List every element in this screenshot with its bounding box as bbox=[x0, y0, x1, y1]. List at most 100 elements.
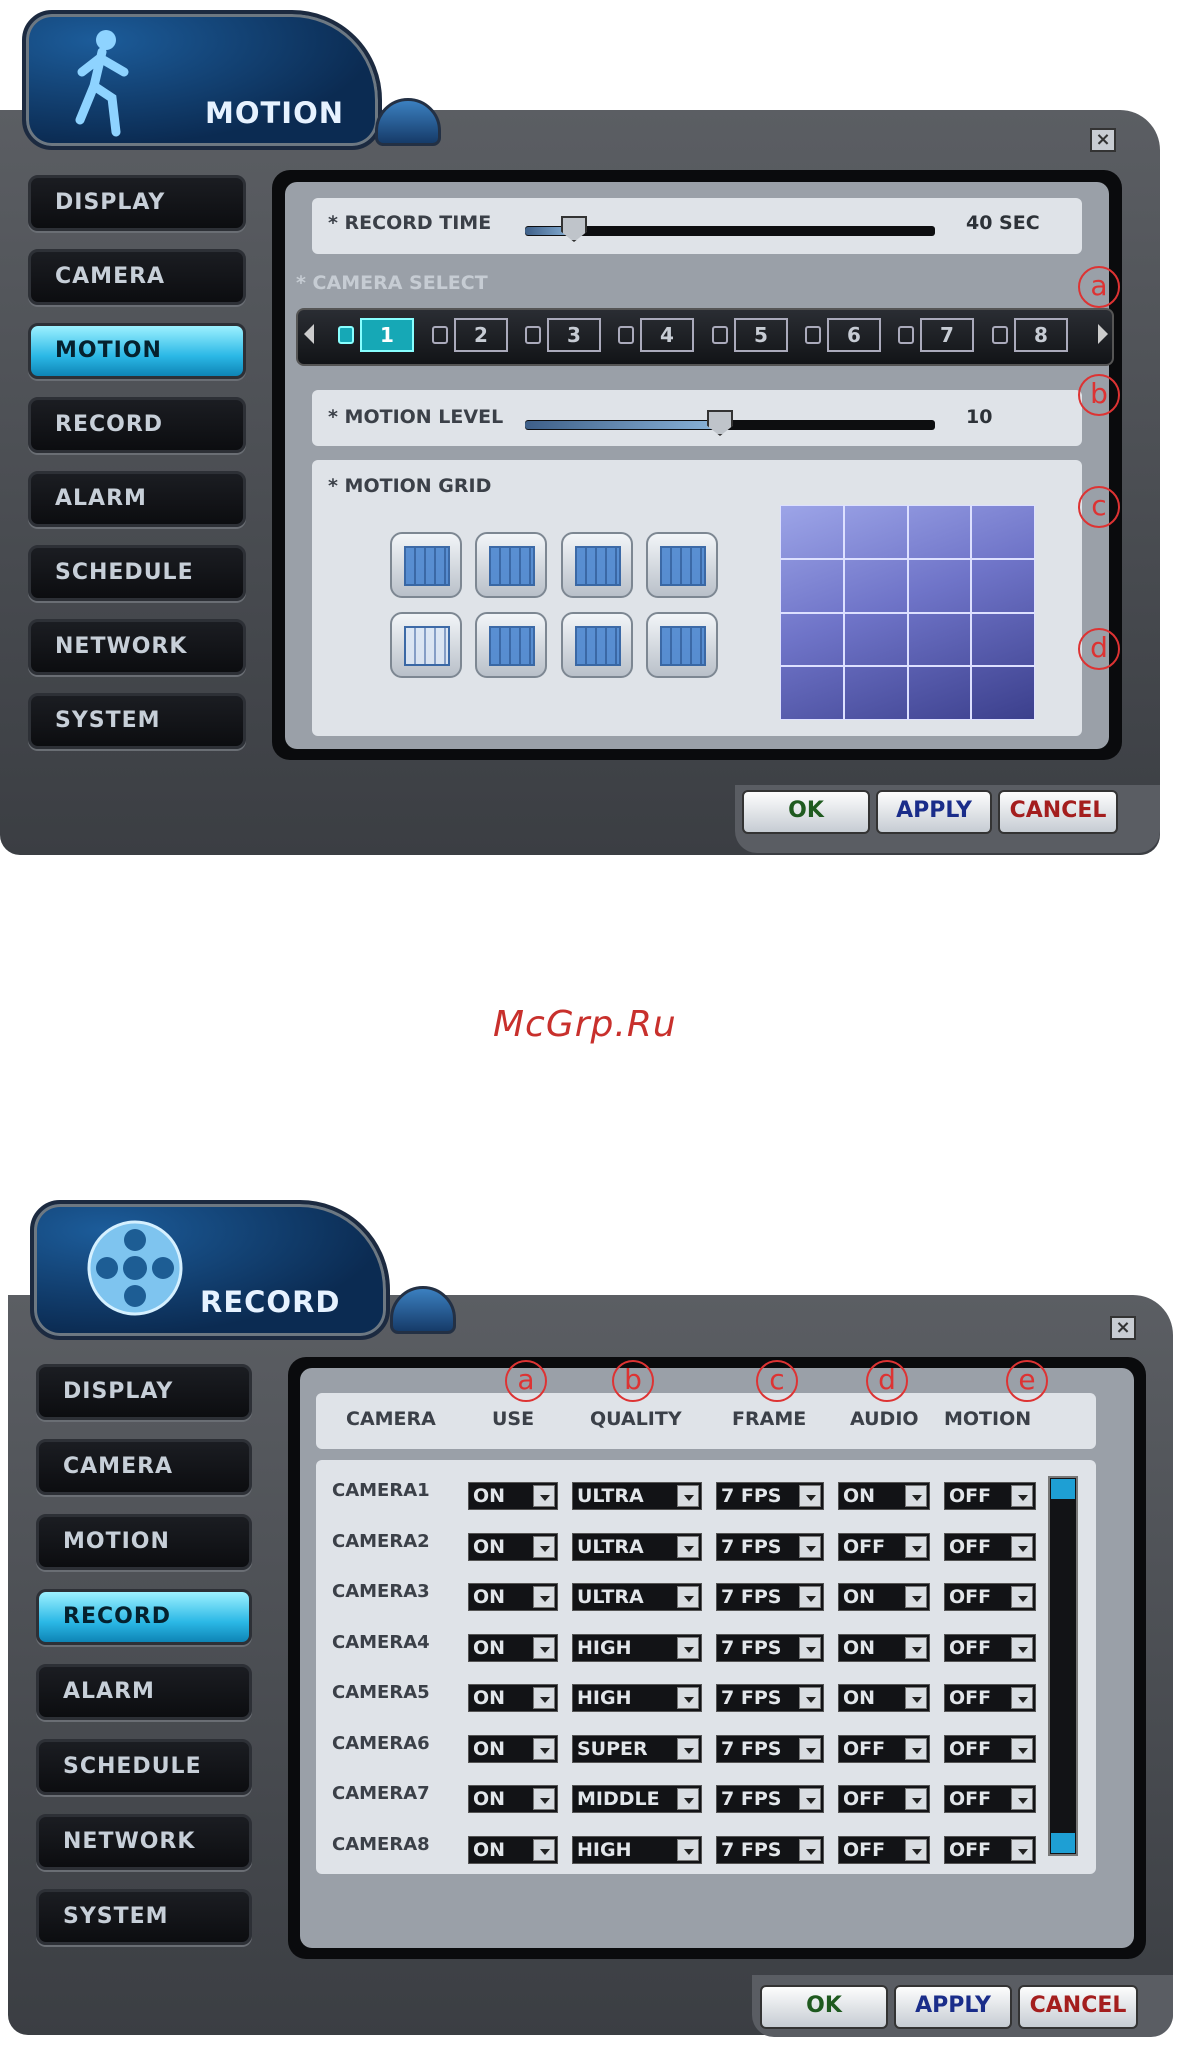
motion-grid-cell[interactable] bbox=[780, 666, 844, 720]
grid-pattern-7[interactable] bbox=[561, 612, 633, 678]
grid-pattern-6[interactable] bbox=[475, 612, 547, 678]
chevron-down-icon[interactable] bbox=[799, 1687, 821, 1709]
strip-right-arrow[interactable] bbox=[1098, 324, 1108, 344]
record-cancel-button[interactable]: CANCEL bbox=[1018, 1985, 1138, 2029]
motion-grid-cell[interactable] bbox=[971, 558, 1035, 613]
chevron-down-icon[interactable] bbox=[799, 1788, 821, 1810]
nav-motion[interactable]: MOTION bbox=[28, 323, 246, 379]
chevron-down-icon[interactable] bbox=[799, 1535, 821, 1558]
quality-dropdown[interactable]: SUPER bbox=[572, 1734, 702, 1763]
motion-grid-cell[interactable] bbox=[843, 612, 908, 667]
quality-dropdown[interactable]: ULTRA bbox=[572, 1482, 702, 1510]
chevron-down-icon[interactable] bbox=[799, 1636, 821, 1659]
motion-grid-cell[interactable] bbox=[971, 505, 1035, 559]
motion-ok-button[interactable]: OK bbox=[742, 790, 870, 834]
motion-dropdown[interactable]: OFF bbox=[944, 1532, 1036, 1561]
chevron-down-icon[interactable] bbox=[905, 1535, 927, 1558]
quality-dropdown[interactable]: HIGH bbox=[572, 1633, 702, 1662]
frame-dropdown[interactable]: 7 FPS bbox=[716, 1633, 824, 1662]
motion-dropdown[interactable]: OFF bbox=[944, 1785, 1036, 1813]
grid-pattern-4[interactable] bbox=[646, 532, 718, 598]
motion-dropdown[interactable]: OFF bbox=[944, 1482, 1036, 1510]
chevron-down-icon[interactable] bbox=[677, 1737, 699, 1760]
chevron-down-icon[interactable] bbox=[533, 1687, 555, 1709]
chevron-down-icon[interactable] bbox=[905, 1485, 927, 1507]
chevron-down-icon[interactable] bbox=[799, 1586, 821, 1608]
chevron-down-icon[interactable] bbox=[533, 1535, 555, 1558]
chevron-down-icon[interactable] bbox=[677, 1586, 699, 1608]
grid-pattern-8[interactable] bbox=[646, 612, 718, 678]
motion-grid-cell[interactable] bbox=[971, 666, 1035, 720]
camera-select-5[interactable]: 5 bbox=[712, 318, 792, 352]
nav-schedule[interactable]: SCHEDULE bbox=[36, 1739, 252, 1795]
chevron-down-icon[interactable] bbox=[533, 1737, 555, 1760]
use-dropdown[interactable]: ON bbox=[468, 1734, 558, 1763]
use-dropdown[interactable]: ON bbox=[468, 1482, 558, 1510]
record-close-button[interactable]: × bbox=[1110, 1316, 1136, 1340]
audio-dropdown[interactable]: ON bbox=[838, 1482, 930, 1510]
motion-grid-cell[interactable] bbox=[843, 505, 908, 559]
motion-grid-cell[interactable] bbox=[843, 558, 908, 613]
quality-dropdown[interactable]: ULTRA bbox=[572, 1532, 702, 1561]
nav-record[interactable]: RECORD bbox=[28, 397, 246, 453]
nav-system[interactable]: SYSTEM bbox=[36, 1889, 252, 1945]
chevron-down-icon[interactable] bbox=[533, 1838, 555, 1861]
camera-select-8[interactable]: 8 bbox=[992, 318, 1072, 352]
chevron-down-icon[interactable] bbox=[677, 1485, 699, 1507]
record-ok-button[interactable]: OK bbox=[760, 1985, 888, 2029]
motion-grid-cell[interactable] bbox=[780, 505, 844, 559]
audio-dropdown[interactable]: ON bbox=[838, 1684, 930, 1712]
chevron-down-icon[interactable] bbox=[905, 1737, 927, 1760]
camera-select-3[interactable]: 3 bbox=[525, 318, 605, 352]
motion-grid-cell[interactable] bbox=[907, 666, 972, 720]
frame-dropdown[interactable]: 7 FPS bbox=[716, 1583, 824, 1611]
chevron-down-icon[interactable] bbox=[905, 1838, 927, 1861]
motion-dropdown[interactable]: OFF bbox=[944, 1633, 1036, 1662]
chevron-down-icon[interactable] bbox=[677, 1838, 699, 1861]
grid-pattern-2[interactable] bbox=[475, 532, 547, 598]
motion-grid-cell[interactable] bbox=[971, 612, 1035, 667]
nav-alarm[interactable]: ALARM bbox=[28, 471, 246, 527]
chevron-down-icon[interactable] bbox=[1011, 1535, 1033, 1558]
frame-dropdown[interactable]: 7 FPS bbox=[716, 1734, 824, 1763]
scroll-up-arrow[interactable] bbox=[1051, 1479, 1075, 1499]
use-dropdown[interactable]: ON bbox=[468, 1633, 558, 1662]
record-apply-button[interactable]: APPLY bbox=[894, 1985, 1012, 2029]
frame-dropdown[interactable]: 7 FPS bbox=[716, 1482, 824, 1510]
quality-dropdown[interactable]: HIGH bbox=[572, 1835, 702, 1864]
motion-grid-cell[interactable] bbox=[843, 666, 908, 720]
record-scrollbar[interactable] bbox=[1048, 1476, 1078, 1856]
audio-dropdown[interactable]: OFF bbox=[838, 1835, 930, 1864]
audio-dropdown[interactable]: ON bbox=[838, 1633, 930, 1662]
motion-grid-cell[interactable] bbox=[907, 558, 972, 613]
nav-network[interactable]: NETWORK bbox=[28, 619, 246, 675]
quality-dropdown[interactable]: MIDDLE bbox=[572, 1785, 702, 1813]
motion-apply-button[interactable]: APPLY bbox=[876, 790, 992, 834]
camera-select-4[interactable]: 4 bbox=[618, 318, 698, 352]
camera-select-1[interactable]: 1 bbox=[338, 318, 418, 352]
frame-dropdown[interactable]: 7 FPS bbox=[716, 1684, 824, 1712]
use-dropdown[interactable]: ON bbox=[468, 1835, 558, 1864]
nav-camera[interactable]: CAMERA bbox=[28, 249, 246, 305]
frame-dropdown[interactable]: 7 FPS bbox=[716, 1532, 824, 1561]
motion-grid-cell[interactable] bbox=[780, 558, 844, 613]
audio-dropdown[interactable]: OFF bbox=[838, 1785, 930, 1813]
nav-record[interactable]: RECORD bbox=[36, 1589, 252, 1645]
chevron-down-icon[interactable] bbox=[677, 1636, 699, 1659]
quality-dropdown[interactable]: HIGH bbox=[572, 1684, 702, 1712]
nav-display[interactable]: DISPLAY bbox=[28, 175, 246, 231]
chevron-down-icon[interactable] bbox=[533, 1636, 555, 1659]
chevron-down-icon[interactable] bbox=[533, 1788, 555, 1810]
chevron-down-icon[interactable] bbox=[677, 1788, 699, 1810]
strip-left-arrow[interactable] bbox=[304, 324, 314, 344]
chevron-down-icon[interactable] bbox=[1011, 1485, 1033, 1507]
nav-alarm[interactable]: ALARM bbox=[36, 1664, 252, 1720]
motion-dropdown[interactable]: OFF bbox=[944, 1684, 1036, 1712]
motion-grid-preview[interactable] bbox=[780, 505, 1035, 720]
nav-motion[interactable]: MOTION bbox=[36, 1514, 252, 1570]
chevron-down-icon[interactable] bbox=[905, 1636, 927, 1659]
chevron-down-icon[interactable] bbox=[1011, 1687, 1033, 1709]
camera-select-6[interactable]: 6 bbox=[805, 318, 885, 352]
motion-grid-cell[interactable] bbox=[780, 612, 844, 667]
chevron-down-icon[interactable] bbox=[905, 1586, 927, 1608]
